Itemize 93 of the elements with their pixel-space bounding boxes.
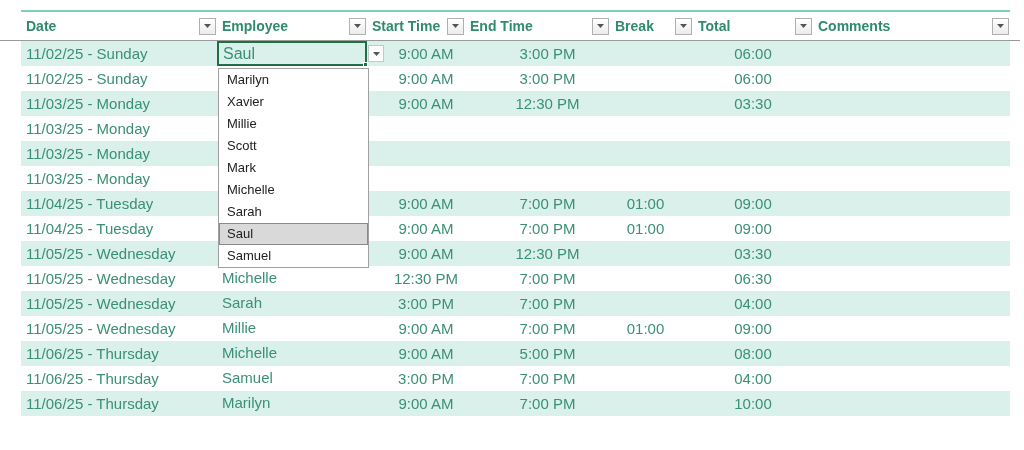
end-time-cell: 7:00 PM <box>519 319 576 337</box>
total-cell: 06:00 <box>734 44 772 62</box>
column-header: Date <box>26 16 57 36</box>
filter-button[interactable] <box>199 17 216 35</box>
dropdown-item[interactable]: Saul <box>219 223 368 245</box>
employee-cell-text: Michelle <box>222 343 278 364</box>
employee-cell-text: Sarah <box>222 293 263 314</box>
end-time-cell: 12:30 PM <box>515 94 580 112</box>
total-cell: 09:00 <box>734 319 772 337</box>
end-time-cell: 7:00 PM <box>519 369 576 387</box>
total-cell: 09:00 <box>734 219 772 237</box>
date-cell: 11/03/25 - Monday <box>26 144 150 162</box>
start-time-cell: 3:00 PM <box>398 294 454 312</box>
date-cell: 11/05/25 - Wednesday <box>26 244 176 262</box>
caret-icon <box>452 24 459 28</box>
total-cell: 04:00 <box>734 369 772 387</box>
start-time-cell: 9:00 AM <box>398 219 454 237</box>
dropdown-item[interactable]: Marilyn <box>219 69 368 91</box>
start-time-cell: 9:00 AM <box>398 44 454 62</box>
total-cell: 03:30 <box>734 94 772 112</box>
date-cell: 11/03/25 - Monday <box>26 94 150 112</box>
date-cell: 11/03/25 - Monday <box>26 119 150 137</box>
dropdown-button[interactable] <box>368 45 384 62</box>
date-cell: 11/02/25 - Sunday <box>26 69 148 87</box>
date-cell: 11/06/25 - Thursday <box>26 394 159 412</box>
total-cell: 10:00 <box>734 394 772 412</box>
filter-button[interactable] <box>795 17 812 35</box>
break-cell: 01:00 <box>626 219 665 237</box>
dropdown-item[interactable]: Samuel <box>219 245 368 267</box>
caret-icon <box>372 51 380 56</box>
employee-cell-text: Millie <box>222 318 257 339</box>
end-time-cell: 5:00 PM <box>519 344 576 362</box>
end-time-cell: 3:00 PM <box>519 69 576 87</box>
column-header: Comments <box>818 16 891 36</box>
column-header: End Time <box>470 16 533 36</box>
break-cell: 01:00 <box>626 319 665 337</box>
total-cell: 09:00 <box>734 194 772 212</box>
filter-button[interactable] <box>592 17 609 35</box>
date-cell: 11/06/25 - Thursday <box>26 344 159 362</box>
column-header: Break <box>615 16 654 36</box>
dropdown-item[interactable]: Mark <box>219 157 368 179</box>
total-cell: 06:00 <box>734 69 772 87</box>
date-cell: 11/04/25 - Tuesday <box>26 219 154 237</box>
dropdown-item[interactable]: Michelle <box>219 179 368 201</box>
column-header: Total <box>698 16 731 36</box>
dropdown-item[interactable]: Millie <box>219 113 368 135</box>
start-time-cell: 12:30 PM <box>393 269 459 287</box>
date-cell: 11/05/25 - Wednesday <box>26 294 176 312</box>
break-cell: 01:00 <box>626 194 665 212</box>
caret-icon <box>597 24 604 28</box>
start-time-cell: 9:00 AM <box>398 194 454 212</box>
employee-cell-text: Samuel <box>222 368 273 389</box>
start-time-cell: 3:00 PM <box>398 369 454 387</box>
date-cell: 11/05/25 - Wednesday <box>26 269 176 287</box>
start-time-cell: 9:00 AM <box>398 344 454 362</box>
start-time-cell: 9:00 AM <box>398 69 454 87</box>
employee-cell-text: Michelle <box>222 268 278 289</box>
start-time-cell: 9:00 AM <box>398 394 454 412</box>
total-cell: 08:00 <box>734 344 772 362</box>
total-cell: 06:30 <box>734 269 772 287</box>
caret-icon <box>800 24 807 28</box>
end-time-cell: 7:00 PM <box>519 219 576 237</box>
start-time-cell: 9:00 AM <box>398 319 454 337</box>
caret-icon <box>354 24 361 28</box>
fill-handle[interactable] <box>363 62 368 67</box>
filter-button[interactable] <box>447 17 464 35</box>
column-header: Start Time <box>372 16 441 36</box>
date-cell: 11/05/25 - Wednesday <box>26 319 176 337</box>
end-time-cell: 7:00 PM <box>519 194 576 212</box>
dropdown-item[interactable]: Sarah <box>219 201 368 223</box>
start-time-cell: 9:00 AM <box>398 244 454 262</box>
filter-button[interactable] <box>675 17 692 35</box>
filter-button[interactable] <box>349 17 366 35</box>
date-cell: 11/04/25 - Tuesday <box>26 194 154 212</box>
caret-icon <box>204 24 211 28</box>
total-cell: 04:00 <box>734 294 772 312</box>
dropdown-item[interactable]: Xavier <box>219 91 368 113</box>
date-cell: 11/03/25 - Monday <box>26 169 150 187</box>
end-time-cell: 12:30 PM <box>515 244 580 262</box>
column-header: Employee <box>222 16 289 36</box>
end-time-cell: 7:00 PM <box>519 394 576 412</box>
end-time-cell: 7:00 PM <box>519 269 576 287</box>
total-cell: 03:30 <box>734 244 772 262</box>
filter-button[interactable] <box>992 17 1009 35</box>
start-time-cell: 9:00 AM <box>398 94 454 112</box>
date-cell: 11/02/25 - Sunday <box>26 44 148 62</box>
caret-icon <box>997 24 1004 28</box>
end-time-cell: 3:00 PM <box>519 44 576 62</box>
date-cell: 11/06/25 - Thursday <box>26 369 159 387</box>
dropdown-item[interactable]: Scott <box>219 135 368 157</box>
caret-icon <box>680 24 687 28</box>
employee-cell-text: Marilyn <box>222 393 271 414</box>
end-time-cell: 7:00 PM <box>519 294 576 312</box>
